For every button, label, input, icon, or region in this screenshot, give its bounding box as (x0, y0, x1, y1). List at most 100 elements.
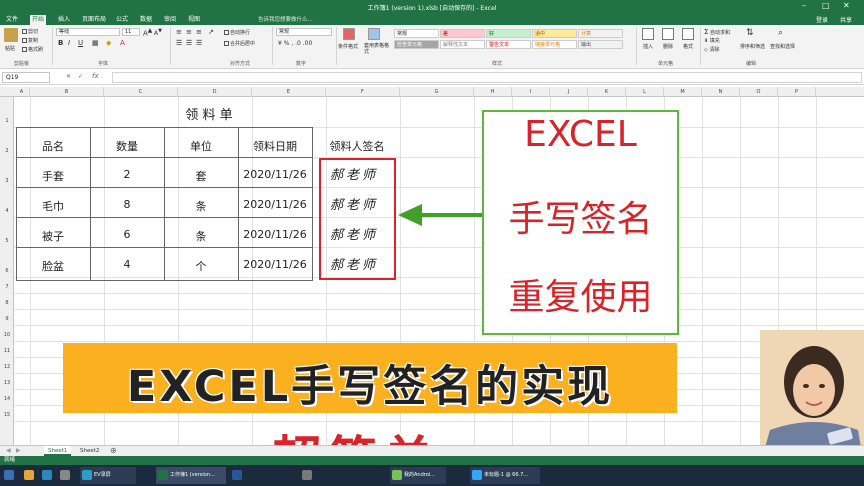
column-header[interactable]: A (14, 87, 30, 97)
find-select-button[interactable]: 查找和选择 (770, 43, 795, 50)
tab-view[interactable]: 视图 (186, 15, 202, 25)
cell-style-item[interactable]: 输出 (578, 40, 623, 49)
prev-sheet-icon[interactable]: ◀ (6, 447, 11, 454)
taskbar-app[interactable] (300, 467, 320, 484)
cell-unit[interactable]: 条 (164, 198, 238, 214)
delete-cells-button[interactable]: 删除 (663, 43, 673, 50)
header-signature[interactable]: 领料人签名 (312, 138, 402, 154)
tab-file[interactable]: 文件 (4, 15, 20, 25)
cell-qty[interactable]: 2 (90, 168, 164, 181)
shrink-font-icon[interactable]: A▼ (154, 28, 162, 37)
row-header[interactable]: 5 (0, 238, 14, 244)
table-format-button[interactable]: 套用表格格式 (364, 43, 390, 55)
row-header[interactable]: 3 (0, 178, 14, 184)
copy-button[interactable]: 复制 (22, 37, 38, 44)
align-top-icon[interactable]: ≡ (176, 28, 182, 36)
row-header[interactable]: 8 (0, 300, 14, 306)
cancel-icon[interactable]: ✕ (66, 73, 71, 80)
row-header[interactable]: 13 (0, 380, 14, 386)
conditional-format-icon[interactable] (343, 28, 355, 40)
underline-icon[interactable]: U (78, 39, 83, 47)
name-box[interactable]: Q19 (2, 72, 50, 83)
cell-unit[interactable]: 套 (164, 168, 238, 184)
taskbar-excel[interactable]: 工作簿1 (version... (156, 467, 226, 484)
cell-item[interactable]: 脸盆 (16, 258, 90, 274)
align-bottom-icon[interactable]: ≡ (196, 28, 202, 36)
row-header[interactable]: 1 (0, 118, 14, 124)
conditional-format-button[interactable]: 条件格式 (338, 43, 358, 50)
cell-style-item[interactable]: 适中 (532, 29, 577, 38)
bold-icon[interactable]: B (58, 39, 63, 47)
border-icon[interactable]: ▦ (92, 39, 99, 47)
tab-formulas[interactable]: 公式 (114, 15, 130, 25)
enter-icon[interactable]: ✓ (78, 73, 83, 80)
fill-button[interactable]: ⬇ 填充 (704, 37, 720, 44)
tab-page-layout[interactable]: 页面布局 (80, 15, 108, 25)
cell-item[interactable]: 手套 (16, 168, 90, 184)
font-size-select[interactable]: 11 (122, 28, 140, 36)
taskbar-app[interactable] (58, 467, 74, 484)
cell-qty[interactable]: 4 (90, 258, 164, 271)
cell-unit[interactable]: 个 (164, 258, 238, 274)
tell-me-input[interactable]: 告诉我您想要做什么... (258, 15, 313, 23)
cell-style-item[interactable]: 链接单元格 (532, 40, 577, 49)
find-icon[interactable]: ⌕ (778, 28, 783, 38)
orientation-icon[interactable]: ↗ (208, 28, 214, 36)
column-header[interactable]: L (626, 87, 664, 97)
format-cells-icon[interactable] (682, 28, 694, 40)
tab-insert[interactable]: 插入 (56, 15, 72, 25)
insert-cells-icon[interactable] (642, 28, 654, 40)
column-header[interactable]: J (550, 87, 588, 97)
row-header[interactable]: 6 (0, 268, 14, 274)
row-header[interactable]: 14 (0, 396, 14, 402)
column-header[interactable]: G (400, 87, 474, 97)
row-header[interactable]: 9 (0, 316, 14, 322)
tab-home[interactable]: 开始 (30, 15, 47, 25)
cell-style-item[interactable]: 解释性文本 (440, 40, 485, 49)
row-header[interactable]: 7 (0, 284, 14, 290)
login-link[interactable]: 登录 (816, 15, 828, 24)
row-header[interactable]: 15 (0, 412, 14, 418)
sheet-tab-2[interactable]: Sheet2 (76, 446, 103, 456)
cell-style-item[interactable]: 警告文本 (486, 40, 531, 49)
align-middle-icon[interactable]: ≡ (186, 28, 192, 36)
formula-input[interactable] (112, 72, 862, 83)
sheet-tab-1[interactable]: Sheet1 (44, 446, 72, 456)
format-cells-button[interactable]: 格式 (683, 43, 693, 50)
header-unit[interactable]: 单位 (164, 138, 238, 154)
row-header[interactable]: 10 (0, 332, 14, 338)
cell-date[interactable]: 2020/11/26 (238, 228, 312, 241)
merge-center-button[interactable]: 合并后居中 (224, 40, 255, 47)
cell-unit[interactable]: 条 (164, 228, 238, 244)
format-painter-button[interactable]: 格式刷 (22, 46, 43, 53)
wrap-text-button[interactable]: 自动换行 (224, 29, 250, 36)
column-header[interactable]: F (326, 87, 400, 97)
fx-icon[interactable]: fx (92, 72, 99, 80)
cell-style-item[interactable]: 计算 (578, 29, 623, 38)
number-format-select[interactable]: 常规 (276, 28, 332, 36)
tab-data[interactable]: 数据 (138, 15, 154, 25)
cell-style-item[interactable]: 差 (440, 29, 485, 38)
cell-item[interactable]: 被子 (16, 228, 90, 244)
column-header[interactable]: O (740, 87, 778, 97)
align-center-icon[interactable]: ☰ (186, 39, 192, 47)
row-header[interactable]: 4 (0, 208, 14, 214)
cell-qty[interactable]: 8 (90, 198, 164, 211)
paste-button[interactable]: 粘贴 (5, 45, 15, 52)
cell-date[interactable]: 2020/11/26 (238, 198, 312, 211)
add-sheet-icon[interactable]: ⊕ (110, 446, 117, 455)
sort-filter-icon[interactable]: ⇅ (746, 28, 754, 38)
taskbar-photoshop[interactable]: 未标题-1 @ 66.7... (470, 467, 540, 484)
column-header[interactable]: E (252, 87, 326, 97)
delete-cells-icon[interactable] (662, 28, 674, 40)
taskbar-ev-recorder[interactable]: EV录屏 (80, 467, 136, 484)
align-right-icon[interactable]: ☰ (196, 39, 202, 47)
tab-review[interactable]: 审阅 (162, 15, 178, 25)
sort-filter-button[interactable]: 排序和筛选 (740, 43, 765, 50)
row-header[interactable]: 12 (0, 364, 14, 370)
table-format-icon[interactable] (368, 28, 380, 40)
column-header[interactable]: I (512, 87, 550, 97)
insert-cells-button[interactable]: 插入 (643, 43, 653, 50)
cell-item[interactable]: 毛巾 (16, 198, 90, 214)
column-header[interactable]: B (30, 87, 104, 97)
